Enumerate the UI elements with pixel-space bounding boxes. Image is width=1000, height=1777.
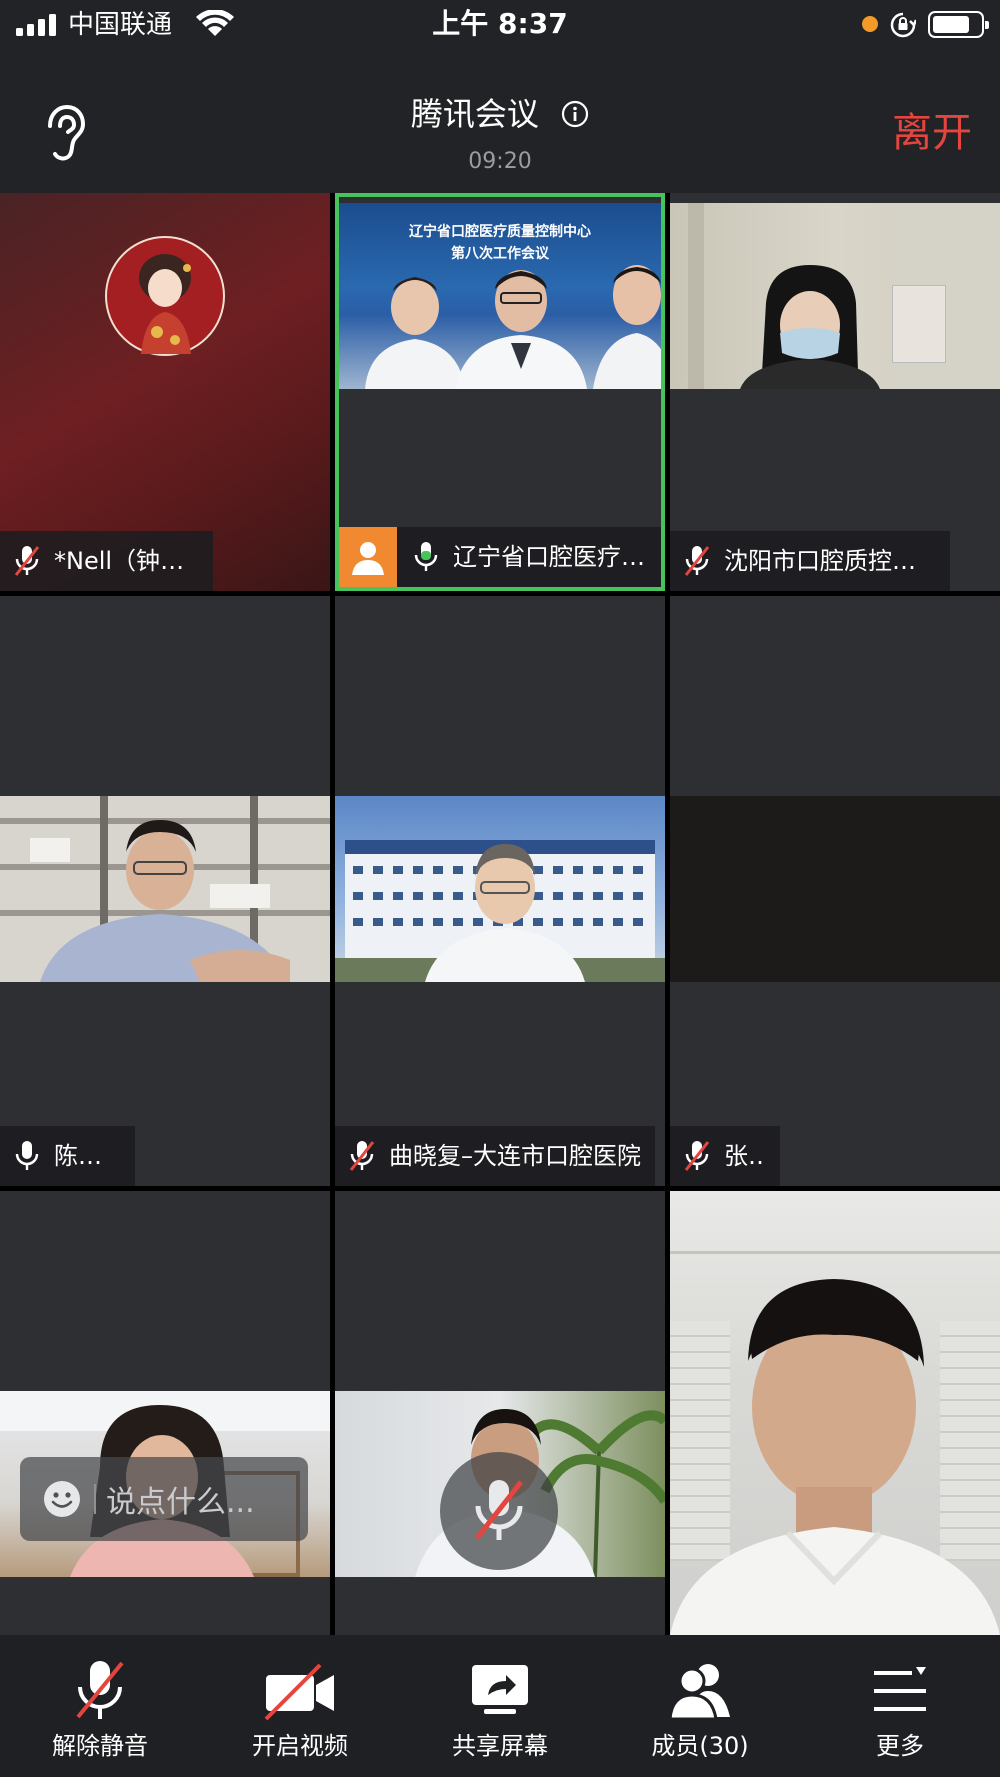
participant-name-tag: 张蕾 (670, 1126, 780, 1186)
participant-video (670, 203, 1000, 389)
meeting-duration: 09:20 (468, 149, 532, 174)
mic-in-use-indicator (862, 16, 878, 32)
chat-input[interactable]: 说点什么... (20, 1457, 308, 1541)
participant-video (670, 1191, 1000, 1635)
meeting-title: 腾讯会议 (0, 92, 1000, 134)
user-icon (352, 542, 384, 575)
avatar (105, 236, 225, 356)
mic-muted-icon (14, 546, 40, 576)
chat-placeholder: 说点什么... (106, 1485, 255, 1520)
start-video-button[interactable]: 开启视频 (200, 1635, 400, 1777)
participant-name-tag: 陈小冬 (0, 1126, 135, 1186)
mute-toggle-button[interactable] (440, 1452, 558, 1570)
unmute-button[interactable]: 解除静音 (0, 1635, 200, 1777)
meeting-header: 腾讯会议 09:20 离开 (0, 50, 1000, 193)
participant-name: 张蕾 (724, 1142, 766, 1170)
mic-muted-icon (475, 1480, 523, 1540)
participant-tile[interactable]: *Nell（钟情） (0, 193, 330, 591)
status-time: 上午 8:37 (432, 7, 568, 40)
more-icon (874, 1667, 926, 1711)
mic-active-icon (414, 542, 438, 571)
status-bar: 中国联通 上午 8:37 (0, 0, 1000, 50)
share-screen-button[interactable]: 共享屏幕 (400, 1635, 600, 1777)
participant-name-tag: *Nell（钟情） (0, 531, 213, 591)
participant-tile[interactable]: 曲晓复–大连市口腔医院 (335, 596, 665, 1186)
mic-muted-icon (684, 546, 710, 576)
participant-name-tag: 辽宁省口腔医疗… (339, 527, 661, 587)
participant-tile[interactable] (670, 1191, 1000, 1635)
info-icon[interactable] (561, 100, 589, 128)
participant-name-tag: 曲晓复–大连市口腔医院 (335, 1126, 655, 1186)
more-button[interactable]: 更多 (800, 1635, 1000, 1777)
participant-video (670, 796, 1000, 982)
rotation-lock-icon (890, 12, 916, 38)
video-grid: *Nell（钟情） 辽宁省口腔医疗质量控制中心 第八次工作会议 辽宁省口腔医疗…… (0, 193, 1000, 1635)
participant-video-people (365, 265, 665, 389)
share-screen-icon (472, 1665, 528, 1714)
video-off-icon (264, 1663, 334, 1721)
leave-button[interactable]: 离开 (892, 108, 972, 158)
participant-tile[interactable]: 沈阳市口腔质控中心 (670, 193, 1000, 591)
participant-tile[interactable]: 张蕾 (670, 596, 1000, 1186)
participant-name: 陈小冬 (54, 1142, 121, 1170)
battery-icon (928, 11, 989, 38)
avatar-badge (339, 527, 397, 587)
participant-name-tag: 沈阳市口腔质控中心 (670, 531, 950, 591)
participant-video (335, 796, 665, 982)
members-icon (668, 1664, 730, 1721)
participant-tile-active[interactable]: 辽宁省口腔医疗质量控制中心 第八次工作会议 辽宁省口腔医疗… (335, 193, 665, 591)
participant-name: 曲晓复–大连市口腔医院 (389, 1142, 641, 1170)
members-button[interactable]: 成员(30) (600, 1635, 800, 1777)
participant-name: 辽宁省口腔医疗… (453, 543, 645, 571)
participant-video: 辽宁省口腔医疗质量控制中心 第八次工作会议 (335, 203, 665, 389)
participant-name: *Nell（钟情） (54, 547, 199, 575)
mic-muted-icon (684, 1141, 710, 1171)
mic-on-icon (15, 1141, 39, 1170)
mic-muted-icon (349, 1141, 375, 1171)
input-cursor (94, 1484, 96, 1514)
participant-video (0, 796, 330, 982)
participant-tile[interactable]: 陈小冬 (0, 596, 330, 1186)
bottom-toolbar: 解除静音 开启视频 共享屏幕 成员(30) 更多 (0, 1635, 1000, 1777)
participant-name: 沈阳市口腔质控中心 (724, 547, 936, 575)
mic-muted-icon (76, 1661, 124, 1719)
participant-tile[interactable] (0, 1191, 330, 1635)
emoji-icon[interactable] (42, 1479, 82, 1519)
